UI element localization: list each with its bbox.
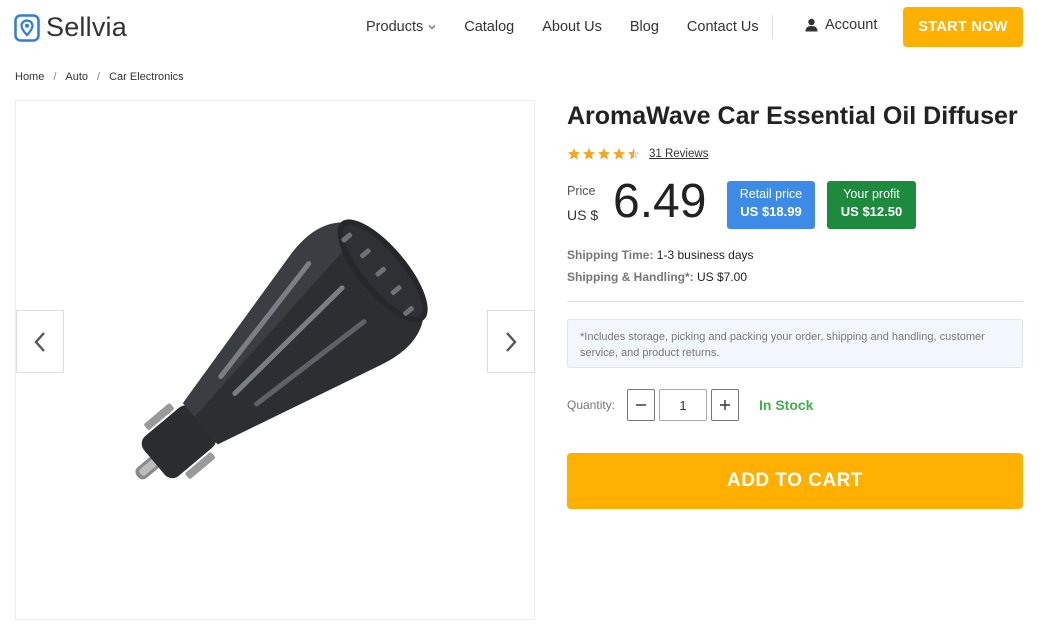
gallery-prev-button[interactable]: [16, 310, 64, 373]
start-now-button[interactable]: START NOW: [903, 7, 1023, 47]
product-title: AromaWave Car Essential Oil Diffuser: [567, 102, 1018, 130]
quantity-label: Quantity:: [567, 398, 616, 412]
nav-about[interactable]: About Us: [542, 19, 602, 35]
star-icon: [568, 148, 580, 160]
product-rating: 31 Reviews: [567, 147, 708, 161]
breadcrumb: Home / Auto / Car Electronics: [15, 71, 184, 83]
price-value: 6.49: [613, 175, 707, 228]
shipping-note: *Includes storage, picking and packing y…: [567, 319, 1023, 368]
star-rating: [567, 147, 642, 161]
location-pin-logo-icon: [14, 13, 40, 42]
nav-catalog[interactable]: Catalog: [464, 19, 514, 35]
breadcrumb-separator: /: [97, 71, 101, 83]
breadcrumb-auto[interactable]: Auto: [65, 71, 88, 83]
main-nav: Products Catalog About Us Blog Contact U…: [366, 0, 787, 54]
breadcrumb-car-electronics[interactable]: Car Electronics: [109, 71, 184, 83]
nav-products-label: Products: [366, 19, 424, 35]
user-icon: [805, 18, 818, 32]
profit-badge: Your profit US $12.50: [827, 181, 916, 229]
retail-price-label: Retail price: [739, 187, 803, 201]
quantity-increase-button[interactable]: [711, 389, 739, 421]
chevron-right-icon: [506, 331, 517, 352]
chevron-down-icon: [428, 25, 436, 30]
account-link[interactable]: Account: [805, 17, 877, 33]
retail-price-value: US $18.99: [740, 204, 802, 219]
logo[interactable]: Sellvia: [14, 12, 127, 43]
gallery-next-button[interactable]: [487, 310, 535, 373]
plus-icon: [720, 400, 730, 410]
chevron-left-icon: [34, 331, 45, 352]
nav-products[interactable]: Products: [366, 19, 436, 35]
breadcrumb-separator: /: [53, 71, 57, 83]
shipping-handling-label: Shipping & Handling*:: [567, 270, 694, 284]
add-to-cart-button[interactable]: ADD TO CART: [567, 453, 1023, 509]
nav-blog[interactable]: Blog: [630, 19, 659, 35]
account-label: Account: [825, 17, 878, 33]
price-label: Price: [567, 184, 596, 198]
shipping-time-label: Shipping Time:: [567, 248, 654, 262]
minus-icon: [636, 404, 646, 406]
price-currency: US $: [567, 207, 599, 223]
shipping-time: Shipping Time: 1-3 business days: [567, 248, 754, 262]
profit-label: Your profit: [843, 187, 900, 201]
star-icon: [583, 148, 595, 160]
star-half-icon: [628, 148, 640, 160]
quantity-input[interactable]: [659, 389, 707, 421]
star-icon: [598, 148, 610, 160]
product-gallery: [15, 100, 535, 620]
site-header: Sellvia Products Catalog About Us Blog C…: [0, 0, 1045, 54]
product-image: [135, 219, 428, 480]
nav-contact[interactable]: Contact Us: [687, 19, 759, 35]
profit-value: US $12.50: [840, 204, 903, 219]
star-icon: [613, 148, 625, 160]
nav-divider: [772, 15, 773, 39]
brand-name: Sellvia: [46, 12, 127, 42]
retail-price-badge: Retail price US $18.99: [727, 181, 815, 229]
shipping-handling-value: US $7.00: [697, 270, 748, 284]
shipping-handling: Shipping & Handling*: US $7.00: [567, 270, 747, 284]
breadcrumb-home[interactable]: Home: [15, 71, 44, 83]
stock-status: In Stock: [759, 397, 814, 413]
divider: [567, 301, 1023, 302]
shipping-time-value: 1-3 business days: [656, 248, 754, 262]
reviews-link[interactable]: 31 Reviews: [649, 148, 708, 160]
quantity-decrease-button[interactable]: [627, 389, 655, 421]
